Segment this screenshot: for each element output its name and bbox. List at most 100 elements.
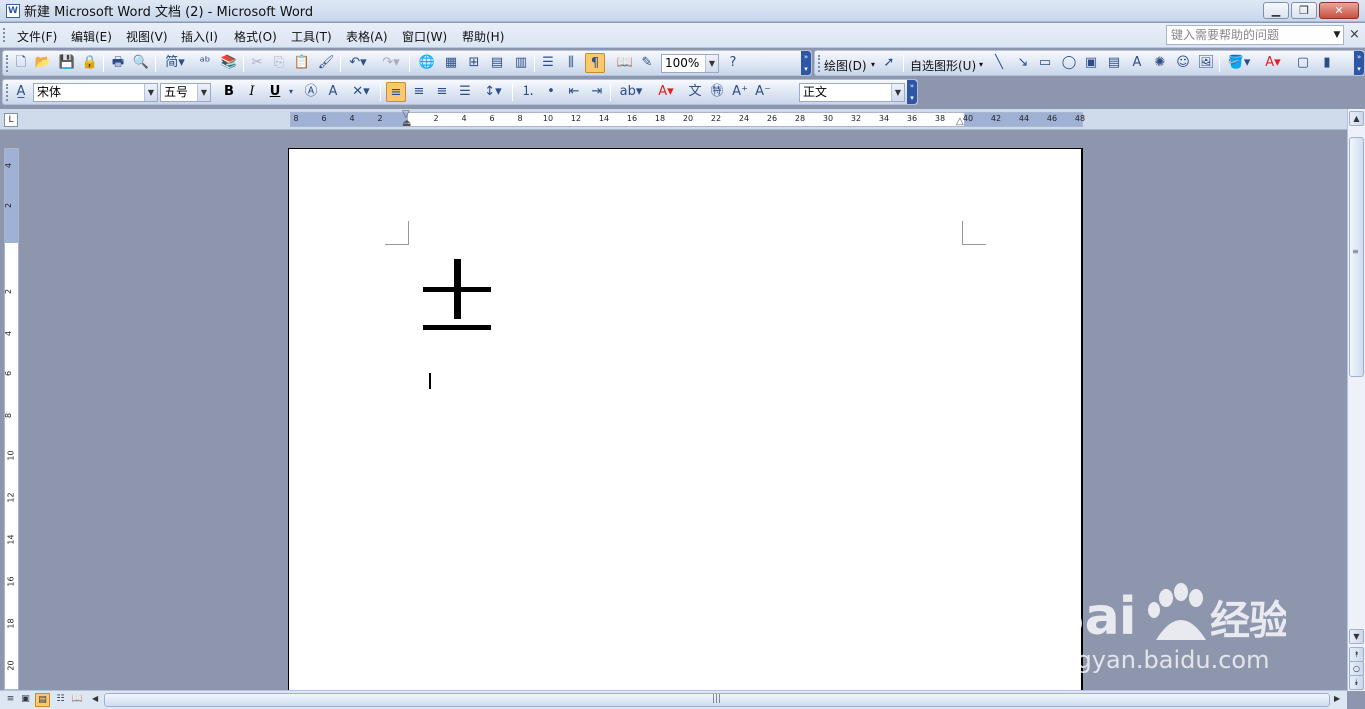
scroll-down-icon[interactable]: ▼ bbox=[1349, 629, 1364, 644]
spelling-icon[interactable]: ᵃᵇ bbox=[195, 53, 215, 73]
copy-icon[interactable]: ⎘ bbox=[269, 53, 289, 73]
zoom-combo[interactable]: 100% ▼ bbox=[661, 54, 719, 73]
autoshapes-button[interactable]: 自选图形(U) bbox=[910, 57, 976, 74]
vertical-ruler[interactable]: 4 2 2 4 6 8 10 12 14 16 18 20 bbox=[4, 148, 19, 690]
select-browse-object-icon[interactable]: ○ bbox=[1349, 661, 1364, 676]
document-map-icon[interactable]: ⫼ bbox=[561, 53, 581, 73]
right-indent-marker[interactable]: △ bbox=[956, 116, 964, 127]
align-center-icon[interactable]: ≡ bbox=[409, 82, 429, 102]
columns-icon[interactable]: ▥ bbox=[511, 53, 531, 73]
scroll-left-icon[interactable]: ◀ bbox=[92, 694, 98, 703]
menu-view[interactable]: 视图(V) bbox=[126, 28, 168, 45]
print-preview-icon[interactable]: 🔍 bbox=[131, 53, 151, 73]
align-left-icon[interactable]: ≡ bbox=[386, 82, 406, 102]
help-icon[interactable]: ? bbox=[723, 53, 743, 73]
menu-help[interactable]: 帮助(H) bbox=[462, 28, 504, 45]
show-hide-icon[interactable]: ¶ bbox=[585, 53, 605, 73]
oval-icon[interactable]: ◯ bbox=[1059, 53, 1079, 73]
shrink-font-icon[interactable]: A⁻ bbox=[753, 82, 773, 102]
paste-icon[interactable]: 📋 bbox=[292, 53, 312, 73]
align-right-icon[interactable]: ≡ bbox=[432, 82, 452, 102]
simplified-chinese-button[interactable]: 简▾ bbox=[161, 53, 189, 73]
chart-icon[interactable]: ▮ bbox=[1317, 53, 1337, 73]
research-icon[interactable]: 📚 bbox=[219, 53, 239, 73]
font-size-combo[interactable]: 五号 ▼ bbox=[160, 83, 211, 102]
horizontal-scrollbar[interactable]: ||| bbox=[104, 693, 1330, 707]
rectangle-icon[interactable]: ▭ bbox=[1035, 53, 1055, 73]
enclose-characters-icon[interactable]: ㊕ bbox=[707, 82, 727, 102]
toolbar-grip[interactable] bbox=[6, 84, 9, 101]
line-icon[interactable]: ╲ bbox=[989, 53, 1009, 73]
web-layout-view-icon[interactable]: ▣ bbox=[18, 693, 33, 707]
size-dropdown-icon[interactable]: ▼ bbox=[197, 84, 210, 101]
permission-icon[interactable]: 🔒 bbox=[80, 53, 100, 73]
menu-file[interactable]: 文件(F) bbox=[17, 28, 57, 45]
menu-insert[interactable]: 插入(I) bbox=[181, 28, 218, 45]
font-color-icon[interactable]: A▾ bbox=[651, 82, 681, 102]
menu-table[interactable]: 表格(A) bbox=[346, 28, 388, 45]
print-layout-view-icon[interactable]: ▤ bbox=[35, 693, 50, 707]
line-spacing-icon[interactable]: ↕▾ bbox=[478, 82, 508, 102]
menu-format[interactable]: 格式(O) bbox=[234, 28, 277, 45]
shadow-icon[interactable]: ▢ bbox=[1293, 53, 1313, 73]
toolbar-grip[interactable] bbox=[6, 55, 9, 72]
highlight-icon[interactable]: ab▾ bbox=[616, 82, 646, 102]
hyperlink-icon[interactable]: 🌐 bbox=[417, 53, 437, 73]
style-combo[interactable]: 正文 ▼ bbox=[799, 83, 905, 102]
menu-edit[interactable]: 编辑(E) bbox=[71, 28, 112, 45]
document-page[interactable] bbox=[288, 148, 1083, 691]
textbox-icon[interactable]: ▣ bbox=[1081, 53, 1101, 73]
ink-icon[interactable]: ✎ bbox=[637, 53, 657, 73]
format-painter-icon[interactable]: 🖌 bbox=[316, 53, 336, 73]
toolbar-grip[interactable] bbox=[818, 55, 821, 72]
bold-button[interactable]: B bbox=[219, 82, 239, 102]
normal-view-icon[interactable]: ≡ bbox=[3, 693, 18, 707]
style-dropdown-icon[interactable]: ▼ bbox=[891, 84, 904, 101]
bullets-icon[interactable]: • bbox=[541, 82, 561, 102]
toolbar-options-icon[interactable]: » ▾ bbox=[907, 80, 917, 104]
wordart-icon[interactable]: A bbox=[1127, 53, 1147, 73]
scroll-right-icon[interactable]: ▶ bbox=[1334, 694, 1340, 703]
zoom-dropdown-icon[interactable]: ▼ bbox=[705, 55, 718, 72]
vertical-scrollbar[interactable]: ▲ ≡ ▼ ⯭ ○ ⯯ bbox=[1347, 109, 1365, 691]
scroll-up-icon[interactable]: ▲ bbox=[1349, 111, 1364, 126]
diagram-icon[interactable]: ✺ bbox=[1150, 53, 1170, 73]
insert-table-icon[interactable]: ⊞ bbox=[464, 53, 484, 73]
select-objects-icon[interactable]: ➚ bbox=[879, 53, 899, 73]
toolbar-options-icon[interactable]: » ▾ bbox=[1354, 51, 1364, 75]
open-folder-icon[interactable]: 📂 bbox=[33, 53, 53, 73]
menubar-grip[interactable] bbox=[3, 28, 6, 42]
new-document-icon[interactable]: 🗋 bbox=[11, 53, 31, 73]
cut-icon[interactable]: ✂ bbox=[247, 53, 267, 73]
reading-icon[interactable]: 📖 bbox=[615, 53, 635, 73]
underline-button[interactable]: U bbox=[265, 82, 285, 102]
vertical-textbox-icon[interactable]: ▤ bbox=[1104, 53, 1124, 73]
char-scale-icon[interactable]: ✕▾ bbox=[346, 82, 376, 102]
grow-font-icon[interactable]: A⁺ bbox=[730, 82, 750, 102]
hanging-indent-marker[interactable]: ⏏ bbox=[402, 118, 411, 129]
save-icon[interactable]: 💾 bbox=[57, 53, 77, 73]
menu-tools[interactable]: 工具(T) bbox=[291, 28, 332, 45]
styles-icon[interactable]: A̲ bbox=[11, 82, 31, 102]
close-button[interactable]: ✕ bbox=[1319, 2, 1359, 19]
outline-view-icon[interactable]: ☷ bbox=[53, 693, 68, 707]
increase-indent-icon[interactable]: ⇥ bbox=[587, 82, 607, 102]
tables-borders-icon[interactable]: ▦ bbox=[441, 53, 461, 73]
decrease-indent-icon[interactable]: ⇤ bbox=[564, 82, 584, 102]
fill-color-icon[interactable]: 🪣▾ bbox=[1225, 53, 1253, 73]
close-document-button[interactable]: × bbox=[1349, 27, 1360, 42]
previous-page-icon[interactable]: ⯭ bbox=[1349, 647, 1364, 662]
menu-window[interactable]: 窗口(W) bbox=[402, 28, 447, 45]
word-app-icon[interactable]: W bbox=[6, 3, 20, 18]
arrow-icon[interactable]: ↘ bbox=[1013, 53, 1033, 73]
phonetic-guide-icon[interactable]: 文 bbox=[685, 82, 705, 102]
help-search-dropdown[interactable]: ▼ bbox=[1330, 25, 1344, 45]
underline-dropdown-icon[interactable]: ▾ bbox=[286, 82, 296, 102]
picture-icon[interactable]: 🖼 bbox=[1196, 53, 1216, 73]
numbering-icon[interactable]: ⒈ bbox=[518, 82, 538, 102]
reading-layout-view-icon[interactable]: 📖 bbox=[70, 693, 85, 707]
print-icon[interactable]: 🖶 bbox=[108, 53, 128, 73]
help-search-input[interactable]: 键入需要帮助的问题 bbox=[1166, 25, 1344, 45]
insert-excel-icon[interactable]: ▤ bbox=[487, 53, 507, 73]
drawing-icon[interactable]: ☰ bbox=[538, 53, 558, 73]
